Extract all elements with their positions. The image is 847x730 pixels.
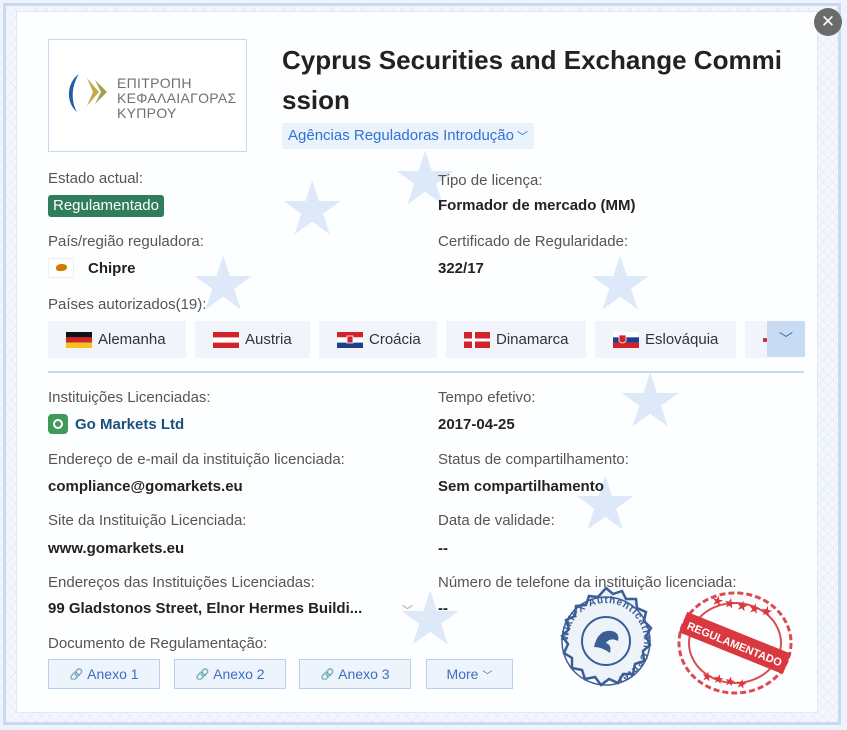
austria-flag-icon	[213, 331, 239, 348]
country-chip-austria[interactable]: Austria	[195, 321, 310, 358]
authentication-seal-icon: WikiFX Authentication Center	[560, 586, 653, 687]
denmark-flag-icon	[464, 331, 490, 348]
link-icon: 🔗	[69, 668, 84, 681]
sharing-status-value: Sem compartilhamento	[438, 478, 604, 495]
country-chip-label: Alemanha	[98, 331, 166, 348]
watermark-star: ★	[279, 167, 346, 250]
country-chip-germany[interactable]: Alemanha	[48, 321, 186, 358]
link-icon: 🔗	[320, 668, 335, 681]
country-value: Chipre	[88, 260, 136, 277]
validity-value: --	[438, 540, 448, 557]
close-icon: ✕	[820, 12, 836, 31]
documents-label: Documento de Regulamentação:	[48, 635, 268, 652]
validity-label: Data de validade:	[438, 512, 555, 529]
close-button[interactable]: ✕	[814, 8, 842, 36]
effective-time-label: Tempo efetivo:	[438, 389, 536, 406]
documents-more-button[interactable]: More ﹀	[426, 659, 513, 689]
slovakia-flag-icon	[613, 331, 639, 348]
chevron-down-icon: ﹀	[779, 331, 793, 347]
document-button-2[interactable]: 🔗 Anexo 2	[174, 659, 286, 689]
stamp-stars: ★★★★★	[710, 592, 775, 621]
countries-expand-button[interactable]: ﹀	[767, 321, 805, 357]
intro-link[interactable]: Agências Reguladoras Introdução ﹀	[282, 123, 534, 149]
country-chip-label: Dinamarca	[496, 331, 569, 348]
country-chip-denmark[interactable]: Dinamarca	[446, 321, 586, 358]
institution-label: Instituições Licenciadas:	[48, 389, 211, 406]
intro-link-label: Agências Reguladoras Introdução	[288, 127, 514, 144]
document-button-1[interactable]: 🔗 Anexo 1	[48, 659, 160, 689]
website-label: Site da Instituição Licenciada:	[48, 512, 247, 529]
logo-line: ΕΠΙΤΡΟΠΗ	[117, 75, 192, 91]
logo-line: ΚΕΦΑΛΑΙΑΓΟΡΑΣ	[117, 90, 237, 106]
institution-link[interactable]: Go Markets Ltd	[75, 416, 184, 433]
country-chip-slovakia[interactable]: Eslováquia	[595, 321, 736, 358]
stamp-stars: ★★★★	[700, 669, 749, 693]
country-chip-label: Croácia	[369, 331, 421, 348]
country-chip-partial[interactable]	[745, 321, 769, 358]
regulated-stamp-icon: ★★★★★ REGULAMENTADO ★★★★	[677, 591, 793, 695]
watermark-star: ★	[587, 242, 654, 325]
status-label: Estado actual:	[48, 170, 144, 187]
more-button-label: More	[446, 666, 479, 682]
document-button-label: Anexo 2	[213, 666, 265, 682]
logo-text: ΕΠΙΤΡΟΠΗ ΚΕΦΑΛΑΙΑΓΟΡΑΣ ΚΥΠΡΟΥ	[117, 76, 237, 121]
germany-flag-icon	[66, 331, 92, 348]
certificate-value: 322/17	[438, 260, 484, 277]
croatia-flag-icon	[337, 331, 363, 348]
logo-line: ΚΥΠΡΟΥ	[117, 105, 177, 121]
email-value: compliance@gomarkets.eu	[48, 478, 243, 495]
institution-logo-icon	[48, 414, 68, 434]
watermark-star: ★	[617, 359, 684, 442]
watermark-star: ★	[397, 577, 464, 660]
license-type-label: Tipo de licença:	[438, 172, 543, 189]
country-label: País/região reguladora:	[48, 233, 204, 250]
address-label: Endereços das Instituições Licenciadas:	[48, 574, 315, 591]
chevron-down-icon: ﹀	[516, 131, 528, 143]
status-badge: Regulamentado	[48, 195, 164, 217]
logo-swoosh-icon	[68, 74, 107, 112]
chevron-down-icon: ﹀	[482, 670, 493, 682]
country-chip-label: Eslováquia	[645, 331, 719, 348]
website-value: www.gomarkets.eu	[48, 540, 185, 557]
authorized-countries-label: Países autorizados(19):	[48, 296, 207, 313]
email-label: Endereço de e-mail da instituição licenc…	[48, 451, 345, 468]
document-button-label: Anexo 3	[338, 666, 390, 682]
document-button-label: Anexo 1	[87, 666, 139, 682]
link-icon: 🔗	[195, 668, 210, 681]
certificate-label: Certificado de Regularidade:	[438, 233, 629, 250]
effective-time-value: 2017-04-25	[438, 416, 515, 433]
section-divider	[48, 371, 804, 373]
address-expand-icon[interactable]: ﹀	[402, 602, 413, 618]
page-title: Cyprus Securities and Exchange Commissio…	[282, 45, 782, 115]
address-value: 99 Gladstonos Street, Elnor Hermes Build…	[48, 600, 363, 617]
document-button-3[interactable]: 🔗 Anexo 3	[299, 659, 411, 689]
country-chip-label: Austria	[245, 331, 292, 348]
cyprus-flag-icon	[48, 258, 74, 278]
country-chip-croatia[interactable]: Croácia	[319, 321, 437, 358]
phone-value: --	[438, 600, 448, 617]
sharing-status-label: Status de compartilhamento:	[438, 451, 629, 468]
regulator-logo: ΕΠΙΤΡΟΠΗ ΚΕΦΑΛΑΙΑΓΟΡΑΣ ΚΥΠΡΟΥ	[48, 39, 247, 152]
license-type-value: Formador de mercado (MM)	[438, 197, 636, 214]
